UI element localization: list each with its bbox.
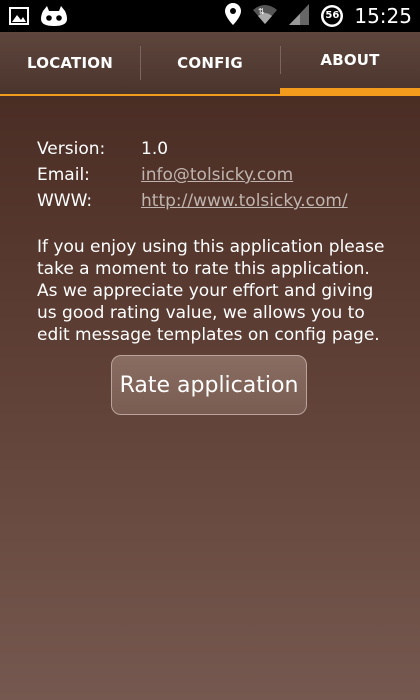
version-label: Version: — [37, 139, 106, 159]
tab-about[interactable]: ABOUT — [280, 32, 420, 96]
email-link[interactable]: info@tolsicky.com — [141, 162, 293, 188]
about-panel: Version: 1.0 Email: info@tolsicky.com WW… — [0, 96, 420, 700]
status-bar: ⇅ 56 15:25 — [0, 0, 420, 32]
version-row: Version: 1.0 — [37, 136, 348, 162]
image-icon — [8, 5, 30, 31]
signal-icon — [288, 2, 310, 30]
rate-description: If you enjoy using this application plea… — [37, 237, 385, 345]
clock: 15:25 — [354, 4, 412, 28]
wifi-icon: ⇅ — [252, 2, 278, 30]
location-pin-icon — [224, 2, 242, 30]
badge-icon: 56 — [320, 4, 344, 28]
cyanogen-mascot-icon — [40, 5, 68, 31]
tab-config[interactable]: CONFIG — [140, 32, 280, 96]
www-link[interactable]: http://www.tolsicky.com/ — [141, 188, 348, 214]
app-info: Version: 1.0 Email: info@tolsicky.com WW… — [37, 136, 348, 214]
tab-bar: LOCATION CONFIG ABOUT — [0, 32, 420, 96]
version-value: 1.0 — [141, 139, 169, 159]
email-label: Email: — [37, 165, 90, 185]
www-label: WWW: — [37, 191, 93, 211]
svg-text:⇅: ⇅ — [258, 7, 265, 16]
tab-location[interactable]: LOCATION — [0, 32, 140, 96]
badge-count: 56 — [325, 10, 340, 21]
email-row: Email: info@tolsicky.com — [37, 162, 348, 188]
rate-application-button[interactable]: Rate application — [111, 355, 307, 415]
www-row: WWW: http://www.tolsicky.com/ — [37, 188, 348, 214]
